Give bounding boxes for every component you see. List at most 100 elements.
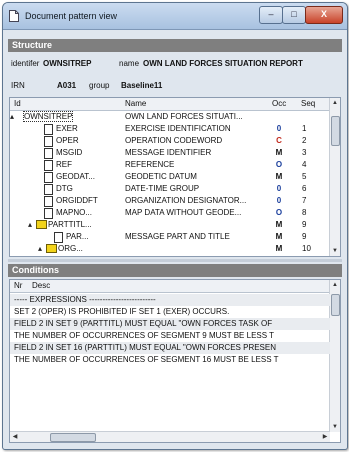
name-value: OWN LAND FORCES SITUATION REPORT <box>143 59 303 68</box>
tree-row[interactable]: REF REFERENCE O 4 <box>10 159 330 171</box>
window-title: Document pattern view <box>25 11 118 21</box>
group-value: Baseline11 <box>121 81 163 90</box>
document-icon <box>44 184 53 195</box>
condition-row[interactable]: FIELD 2 IN SET 9 (PARTTITL) MUST EQUAL "… <box>10 318 330 330</box>
tree-id: ORG... <box>58 244 83 253</box>
tree-id: GEODAT... <box>56 172 95 181</box>
sequence-number: 7 <box>302 196 307 205</box>
document-pattern-window: Document pattern view – □ X Structure id… <box>2 2 348 450</box>
tree-name: OPERATION CODEWORD <box>125 136 223 145</box>
tree-name: ORGANIZATION DESIGNATOR <box>125 256 240 257</box>
tree-row[interactable]: MSGID MESSAGE IDENTIFIER M 3 <box>10 147 330 159</box>
close-button[interactable]: X <box>305 6 343 24</box>
conditions-column-header: Nr Desc <box>10 280 330 293</box>
scroll-thumb[interactable] <box>50 433 96 442</box>
tree-row[interactable]: GEODAT... GEODETIC DATUM M 5 <box>10 171 330 183</box>
document-icon <box>44 136 53 147</box>
condition-row[interactable]: SET 2 (OPER) IS PROHIBITED IF SET 1 (EXE… <box>10 306 330 318</box>
structure-tree[interactable]: Id Name Occ Seq ▲ ▼ ▴ OWNSITREP OWN LAND F… <box>9 97 341 257</box>
document-icon <box>44 148 53 159</box>
tree-name: MESSAGE PART AND TITLE <box>125 232 230 241</box>
occurrence-badge: M <box>275 172 283 181</box>
folder-icon <box>46 244 57 253</box>
occurrence-badge: 0 <box>276 184 282 193</box>
sequence-number: 10 <box>302 244 311 253</box>
maximize-button[interactable]: □ <box>282 6 306 24</box>
sequence-number: 2 <box>302 136 307 145</box>
tree-row[interactable]: DTG DATE-TIME GROUP 0 6 <box>10 183 330 195</box>
scroll-thumb[interactable] <box>331 294 340 316</box>
tree-name: GEODETIC DATUM <box>125 172 197 181</box>
tree-name: OWN LAND FORCES SITUATI... <box>125 112 243 121</box>
conditions-header: Conditions <box>8 264 342 277</box>
tree-name: REFERENCE <box>125 160 175 169</box>
name-label: name <box>119 59 140 68</box>
tree-row[interactable]: ▴ OWNSITREP OWN LAND FORCES SITUATI... <box>10 111 330 123</box>
sequence-number: 8 <box>302 208 307 217</box>
tree-name: ORGANIZATION DESIGNATOR... <box>125 196 247 205</box>
title-bar[interactable]: Document pattern view – □ X <box>3 3 347 30</box>
sequence-number: 6 <box>302 184 307 193</box>
tree-row[interactable]: MAPNO... MAP DATA WITHOUT GEODE... O 8 <box>10 207 330 219</box>
expand-toggle-icon[interactable]: ▴ <box>10 112 14 121</box>
expand-toggle-icon[interactable]: ▴ <box>28 220 32 229</box>
identifier-label: identifer <box>11 59 40 68</box>
document-icon <box>44 124 53 135</box>
tree-row[interactable]: ORGIDDFT ORGANIZATION DESIGNATOR... 0 7 <box>10 195 330 207</box>
occurrence-badge: 0 <box>276 124 282 133</box>
column-desc[interactable]: Desc <box>32 281 50 290</box>
tree-row[interactable]: ▴ PARTTITL... M 9 <box>10 219 330 231</box>
tree-id: DTG <box>56 184 73 193</box>
irn-label: IRN <box>11 81 25 90</box>
tree-row[interactable]: EXER EXERCISE IDENTIFICATION 0 1 <box>10 123 330 135</box>
document-icon <box>54 232 63 243</box>
conditions-list[interactable]: Nr Desc ▲ ▼ ◀ ▶ ----- EXPRESSIONS ------… <box>9 279 341 443</box>
conditions-horizontal-scrollbar[interactable]: ◀ ▶ <box>10 431 330 442</box>
column-occ[interactable]: Occ <box>272 99 286 108</box>
condition-row[interactable]: FIELD 2 IN SET 16 (PARTTITL) MUST EQUAL … <box>10 342 330 354</box>
condition-row[interactable]: THE NUMBER OF OCCURRENCES OF SEGMENT 9 M… <box>10 330 330 342</box>
occurrence-badge: O <box>275 208 283 217</box>
column-name[interactable]: Name <box>125 99 146 108</box>
scroll-down-arrow[interactable]: ▼ <box>330 246 340 256</box>
sequence-number: 4 <box>302 160 307 169</box>
panel-splitter[interactable] <box>8 259 342 262</box>
tree-row[interactable]: ▴ ORG... M 10 <box>10 243 330 255</box>
scroll-up-arrow[interactable]: ▲ <box>330 98 340 108</box>
condition-row[interactable]: ----- EXPRESSIONS ----------------------… <box>10 294 330 306</box>
document-icon <box>64 256 73 257</box>
document-icon <box>44 172 53 183</box>
structure-vertical-scrollbar[interactable]: ▲ ▼ <box>329 98 340 256</box>
condition-row[interactable]: THE NUMBER OF OCCURRENCES OF SEGMENT 16 … <box>10 354 330 366</box>
scroll-thumb[interactable] <box>331 116 340 146</box>
tree-id: MSGID <box>56 148 83 157</box>
sequence-number: 3 <box>302 148 307 157</box>
column-seq[interactable]: Seq <box>301 99 315 108</box>
irn-value: A031 <box>57 81 77 90</box>
sequence-number: 5 <box>302 172 307 181</box>
tree-name: MESSAGE IDENTIFIER <box>125 148 212 157</box>
tree-row[interactable]: OPER OPERATION CODEWORD C 2 <box>10 135 330 147</box>
occurrence-badge: O <box>275 160 283 169</box>
column-id[interactable]: Id <box>14 99 21 108</box>
tree-id: PARTTITL... <box>48 220 92 229</box>
column-nr[interactable]: Nr <box>14 281 22 290</box>
tree-row[interactable]: PAR... MESSAGE PART AND TITLE M 9 <box>10 231 330 243</box>
scroll-up-arrow[interactable]: ▲ <box>330 280 340 290</box>
condition-text: THE NUMBER OF OCCURRENCES OF SEGMENT 9 M… <box>14 331 275 340</box>
scroll-left-arrow[interactable]: ◀ <box>10 432 20 442</box>
tree-id: PAR... <box>66 232 89 241</box>
occurrence-badge: C <box>276 136 282 145</box>
conditions-vertical-scrollbar[interactable]: ▲ ▼ <box>329 280 340 432</box>
tree-id: OPER <box>56 136 79 145</box>
condition-text: ----- EXPRESSIONS ----------------------… <box>14 295 156 304</box>
expand-toggle-icon[interactable]: ▴ <box>38 244 42 253</box>
tree-name: EXERCISE IDENTIFICATION <box>125 124 231 133</box>
scroll-down-arrow[interactable]: ▼ <box>330 422 340 432</box>
condition-text: FIELD 2 IN SET 16 (PARTTITL) MUST EQUAL … <box>14 343 276 352</box>
tree-row[interactable]: ORGANIZATION DESIGNATOR M 10 <box>10 255 330 257</box>
document-icon <box>44 208 53 219</box>
minimize-button[interactable]: – <box>259 6 283 24</box>
scroll-right-arrow[interactable]: ▶ <box>320 432 330 442</box>
document-icon <box>44 160 53 171</box>
